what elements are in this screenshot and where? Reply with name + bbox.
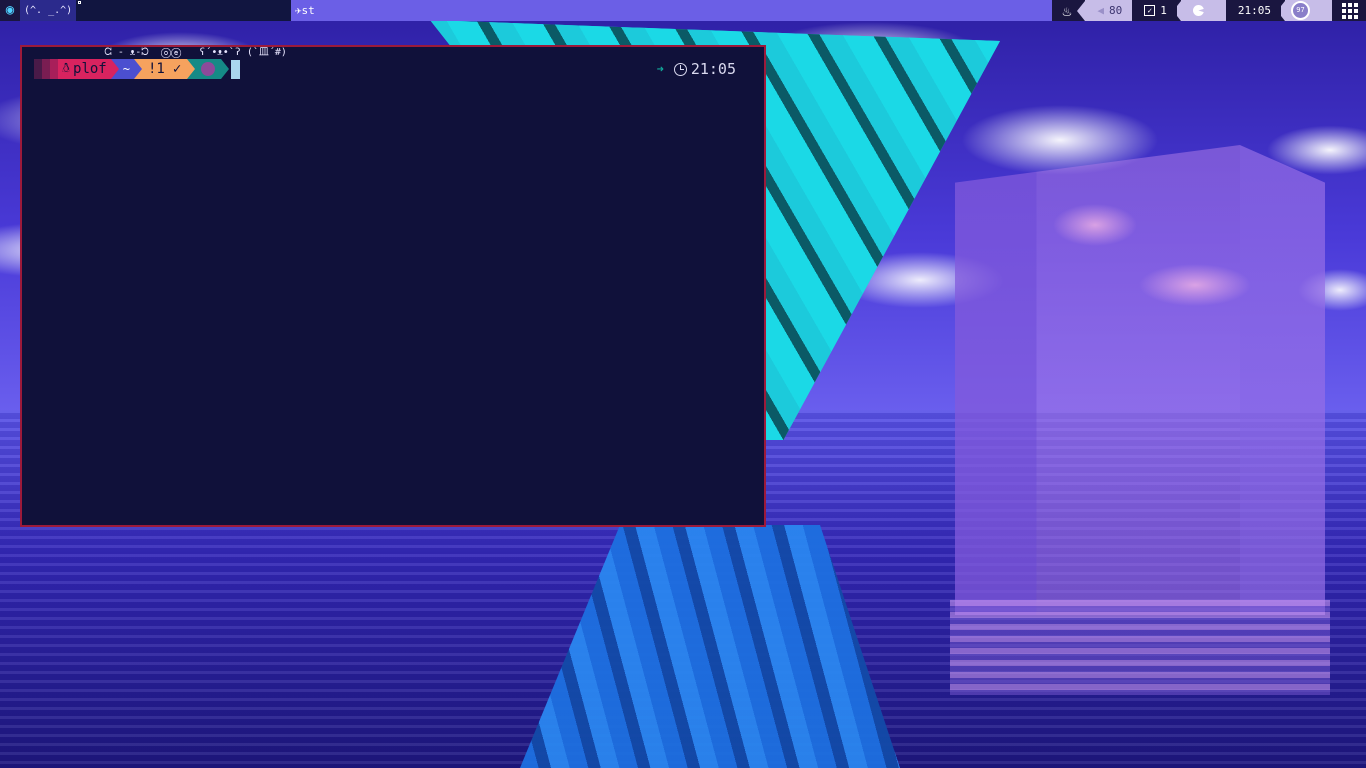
separator-chevron — [1077, 0, 1086, 21]
clock-icon — [673, 62, 687, 76]
top-bar: ◉ (^. _.^) ᘳ - ᴥ-ᘰ ⓞⓔ ʕ´•ᴥ•`ʔ (`皿´#) ✈st… — [0, 0, 1366, 58]
grid-menu-icon[interactable] — [1332, 2, 1366, 19]
checkbox-icon: ✓ — [1144, 5, 1156, 16]
pacman-widget[interactable] — [1180, 0, 1226, 21]
eye-icon[interactable]: ◉ — [0, 0, 20, 21]
battery-widget[interactable]: 97 — [1285, 0, 1332, 21]
prompt-fade — [42, 59, 50, 79]
right-prompt: ➜ 21:05 — [657, 59, 736, 79]
workspace-1[interactable]: (^. _.^) — [20, 0, 77, 21]
clock-time: 21:05 — [1237, 4, 1271, 17]
terminal-window[interactable]: 🐧︎ plof ~ !1 ✓ ➜ 21:05 — [20, 45, 766, 527]
pacman-icon — [1192, 5, 1204, 16]
tasks-widget[interactable]: ✓ 1 — [1132, 0, 1177, 21]
workspace-labels: ᘳ - ᴥ-ᘰ ⓞⓔ ʕ´•ᴥ•`ʔ (`皿´#) — [104, 47, 287, 58]
penguin-icon: 🐧︎ — [62, 61, 71, 76]
arrow-icon: ➜ — [656, 62, 664, 76]
wallpaper-glass-cube — [955, 145, 1325, 615]
volume-value: 80 — [1109, 4, 1123, 17]
focused-marker — [78, 1, 82, 4]
tasks-count: 1 — [1160, 4, 1167, 17]
workspace-list[interactable]: ᘳ - ᴥ-ᘰ ⓞⓔ ʕ´•ᴥ•`ʔ (`皿´#) — [76, 0, 291, 58]
prompt-fade — [34, 59, 42, 79]
status-dot-icon — [201, 62, 216, 76]
system-tray: ♨ ◀ 80 ✓ 1 21:05 97 — [1052, 0, 1366, 21]
right-prompt-time: 21:05 — [690, 60, 736, 78]
flame-icon[interactable]: ♨ — [1052, 2, 1077, 20]
clock-widget[interactable]: 21:05 — [1225, 0, 1281, 21]
battery-ring-icon: 97 — [1291, 1, 1310, 20]
wallpaper-cube-reflection — [950, 600, 1330, 695]
prompt-fade — [50, 59, 58, 79]
speaker-icon: ◀ — [1097, 4, 1104, 17]
volume-widget[interactable]: ◀ 80 — [1085, 0, 1133, 21]
